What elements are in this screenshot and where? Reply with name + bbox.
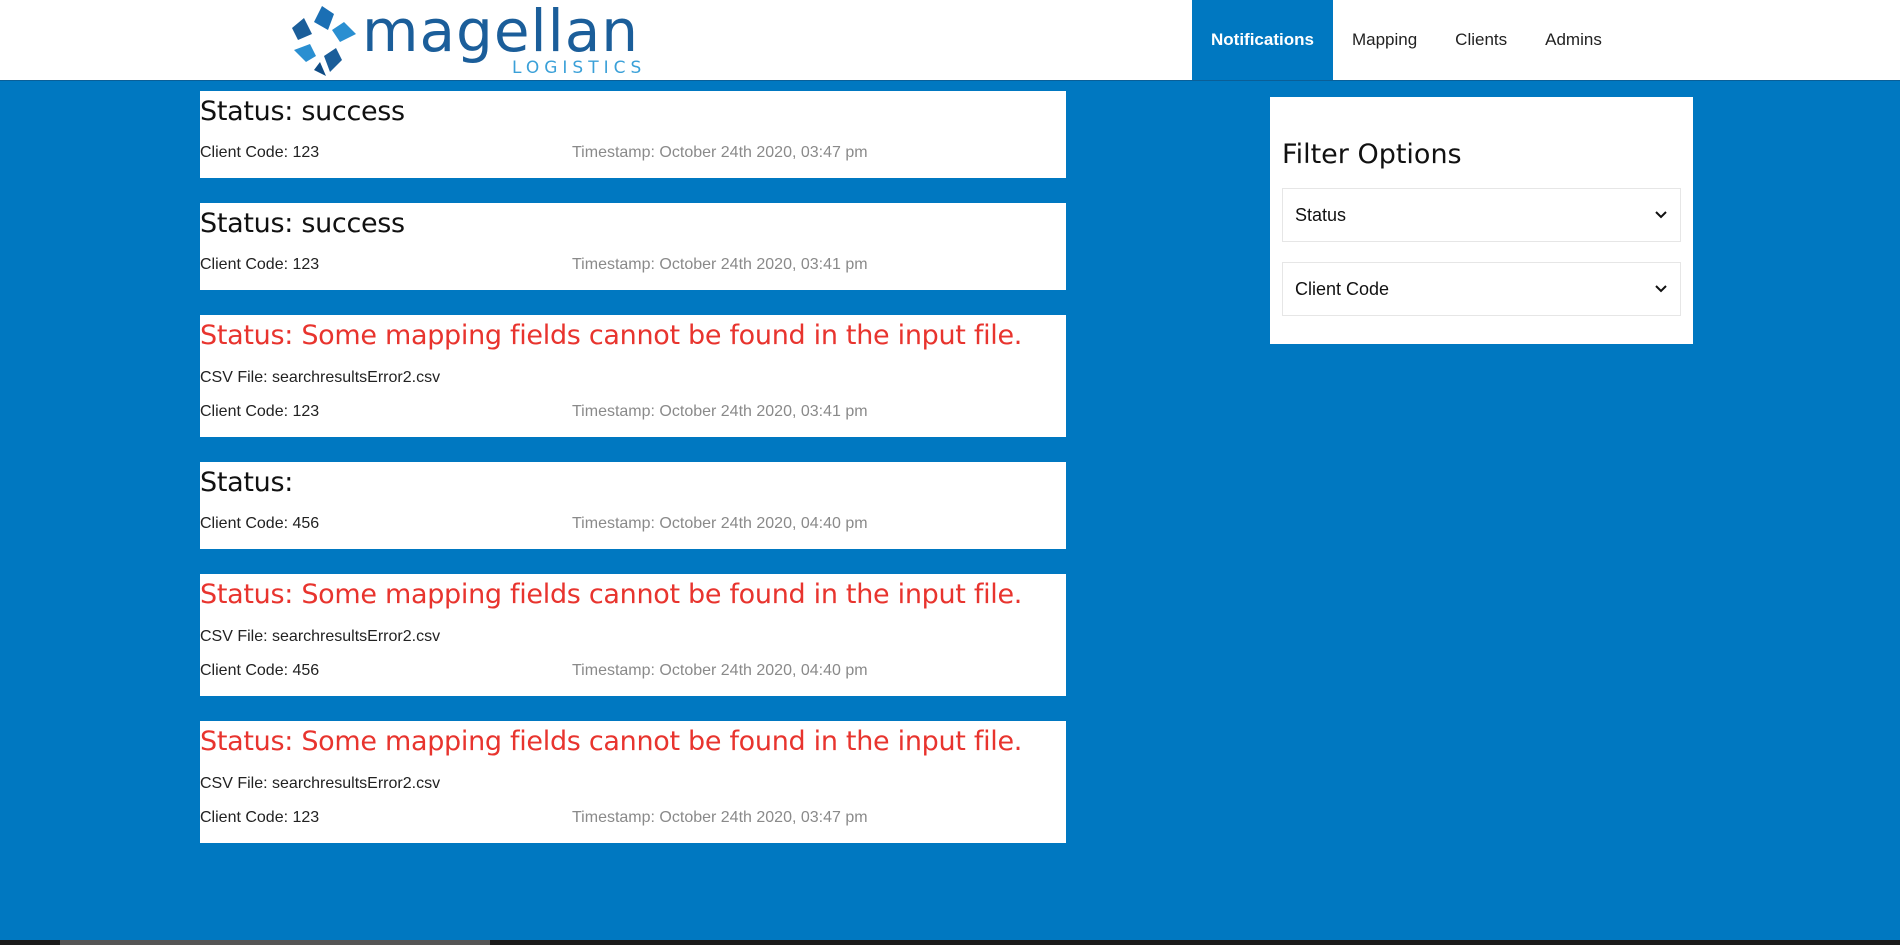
- notification-status: Status:: [200, 467, 294, 498]
- magellan-logo[interactable]: magellan LOGISTICS: [284, 0, 641, 80]
- client-code: Client Code: 456: [200, 515, 320, 532]
- brand-subtitle: LOGISTICS: [512, 58, 647, 78]
- chevron-down-icon: [1654, 189, 1668, 261]
- client-code-filter-select[interactable]: Client Code: [1282, 262, 1681, 316]
- notification-card: Status: success Client Code: 123 Timesta…: [200, 91, 1066, 178]
- notification-meta: Client Code: 456 Timestamp: October 24th…: [200, 662, 1066, 682]
- filter-title: Filter Options: [1282, 139, 1462, 170]
- status-filter-select[interactable]: Status: [1282, 188, 1681, 242]
- timestamp: Timestamp: October 24th 2020, 03:47 pm: [572, 144, 868, 161]
- client-code: Client Code: 123: [200, 809, 320, 826]
- nav-admins[interactable]: Admins: [1526, 0, 1621, 80]
- notification-card-error: Status: Some mapping fields cannot be fo…: [200, 574, 1066, 696]
- timestamp: Timestamp: October 24th 2020, 03:41 pm: [572, 403, 868, 420]
- client-code: Client Code: 123: [200, 144, 320, 161]
- notifications-feed: Status: success Client Code: 123 Timesta…: [200, 91, 1066, 868]
- csv-file: CSV File: searchresultsError2.csv: [200, 775, 441, 792]
- notification-card: Status: success Client Code: 123 Timesta…: [200, 203, 1066, 290]
- notification-status: Status: success: [200, 208, 405, 239]
- nav-notifications[interactable]: Notifications: [1192, 0, 1333, 80]
- filter-panel: Filter Options Status Client Code: [1270, 97, 1693, 344]
- notification-status: Status: success: [200, 96, 405, 127]
- status-select-value: Status: [1295, 205, 1347, 225]
- notification-meta: Client Code: 123 Timestamp: October 24th…: [200, 403, 1066, 423]
- notification-status: Status: Some mapping fields cannot be fo…: [200, 579, 1023, 610]
- main-nav: Notifications Mapping Clients Admins: [1192, 0, 1621, 80]
- timestamp: Timestamp: October 24th 2020, 03:47 pm: [572, 809, 868, 826]
- notification-card-error: Status: Some mapping fields cannot be fo…: [200, 721, 1066, 843]
- nav-mapping[interactable]: Mapping: [1333, 0, 1436, 80]
- notification-meta: Client Code: 123 Timestamp: October 24th…: [200, 809, 1066, 829]
- notification-status: Status: Some mapping fields cannot be fo…: [200, 320, 1023, 351]
- csv-file: CSV File: searchresultsError2.csv: [200, 628, 441, 645]
- csv-file: CSV File: searchresultsError2.csv: [200, 369, 441, 386]
- horizontal-scrollbar[interactable]: [0, 940, 1900, 945]
- notification-card-error: Status: Some mapping fields cannot be fo…: [200, 315, 1066, 437]
- notification-meta: Client Code: 123 Timestamp: October 24th…: [200, 256, 1066, 276]
- notification-meta: Client Code: 123 Timestamp: October 24th…: [200, 144, 1066, 164]
- scrollbar-thumb[interactable]: [60, 940, 490, 945]
- client-code: Client Code: 456: [200, 662, 320, 679]
- client-code: Client Code: 123: [200, 403, 320, 420]
- magellan-star-icon: [292, 6, 356, 76]
- chevron-down-icon: [1654, 263, 1668, 335]
- notification-meta: Client Code: 456 Timestamp: October 24th…: [200, 515, 1066, 535]
- notification-card: Status: Client Code: 456 Timestamp: Octo…: [200, 462, 1066, 549]
- timestamp: Timestamp: October 24th 2020, 04:40 pm: [572, 515, 868, 532]
- timestamp: Timestamp: October 24th 2020, 03:41 pm: [572, 256, 868, 273]
- top-navbar: magellan LOGISTICS Notifications Mapping…: [0, 0, 1900, 81]
- timestamp: Timestamp: October 24th 2020, 04:40 pm: [572, 662, 868, 679]
- client-code-select-value: Client Code: [1295, 279, 1390, 299]
- notification-status: Status: Some mapping fields cannot be fo…: [200, 726, 1023, 757]
- nav-clients[interactable]: Clients: [1436, 0, 1526, 80]
- client-code: Client Code: 123: [200, 256, 320, 273]
- brand-name: magellan: [362, 0, 640, 65]
